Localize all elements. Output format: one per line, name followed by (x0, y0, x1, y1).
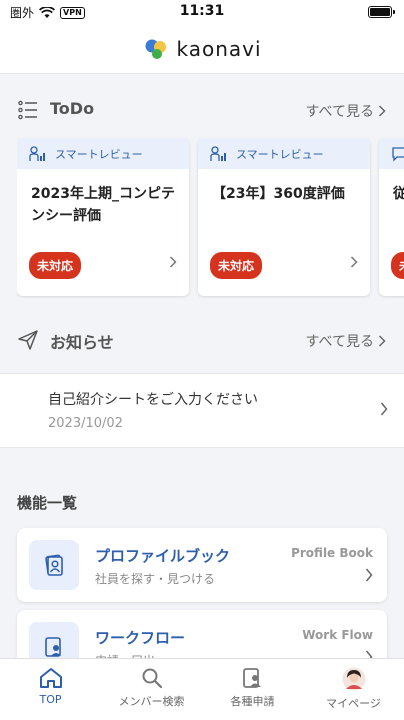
tab-label: マイページ (326, 697, 381, 710)
work-flow-icon (45, 637, 61, 657)
news-item-date: 2023/10/02 (48, 416, 123, 431)
list-icon (18, 100, 37, 120)
status-bar: 圏外 VPN 11:31 (0, 0, 404, 24)
features-title: 機能一覧 (17, 494, 78, 512)
feature-english-name: Work Flow (302, 628, 373, 642)
todo-card[interactable]: スマートレビュー 【23年】360度評価 未対応 (198, 138, 370, 296)
tab-applications[interactable]: 各種申請 (202, 659, 303, 720)
search-icon (142, 668, 162, 689)
card-header (379, 138, 404, 169)
news-section-header: お知らせ すべて見る (0, 325, 404, 355)
feature-english-name: Profile Book (291, 546, 373, 560)
tab-label: 各種申請 (230, 695, 275, 708)
todo-see-all-label: すべて見る (305, 104, 374, 120)
feature-name: ワークフロー (95, 629, 186, 647)
todo-title: ToDo (50, 99, 95, 118)
card-header: スマートレビュー (198, 138, 370, 169)
chevron-right-icon (380, 402, 388, 416)
status-badge: 未対応 (29, 252, 82, 279)
card-title: 【23年】360度評価 (212, 186, 345, 202)
status-badge: 未対応 (210, 252, 263, 279)
application-icon (242, 668, 261, 688)
chevron-right-icon (378, 335, 386, 347)
bottom-tab-bar: TOP メンバー検索 各種申請 マイページ (0, 658, 404, 720)
feature-subtitle: 社員を探す・見つける (95, 572, 216, 586)
profile-book-icon (45, 554, 63, 576)
news-item[interactable]: 自己紹介シートをご入力ください 2023/10/02 (0, 373, 404, 448)
tab-my-page[interactable]: マイページ (303, 659, 404, 720)
news-item-title: 自己紹介シートをご入力ください (48, 392, 258, 408)
todo-see-all-link[interactable]: すべて見る (306, 101, 386, 121)
card-category: スマートレビュー (236, 147, 324, 161)
tab-label: TOP (39, 693, 62, 706)
status-time: 11:31 (179, 3, 225, 19)
status-badge: 未 (391, 252, 404, 279)
battery-icon (368, 6, 392, 18)
chevron-right-icon (365, 568, 373, 582)
card-title: 従ー (393, 186, 404, 202)
chevron-right-icon (378, 105, 386, 117)
smart-review-icon (210, 145, 226, 161)
todo-section-header: ToDo すべて見る (0, 95, 404, 125)
logo-text: kaonavi (176, 36, 262, 61)
smart-review-icon (29, 145, 45, 161)
news-title: お知らせ (50, 333, 114, 352)
chevron-right-icon (350, 256, 358, 268)
home-icon (39, 668, 62, 688)
chevron-right-icon (169, 256, 177, 268)
card-header: スマートレビュー (17, 138, 189, 169)
tab-top[interactable]: TOP (0, 659, 101, 720)
feature-icon-box (29, 540, 79, 590)
chat-icon (392, 146, 404, 162)
tab-label: メンバー検索 (118, 695, 185, 708)
feature-name: プロファイルブック (95, 547, 231, 565)
todo-card[interactable]: スマートレビュー 2023年上期_コンピテンシー評価 未対応 (17, 138, 189, 296)
card-category: スマートレビュー (55, 147, 143, 161)
todo-card[interactable]: 従ー 未 (379, 138, 404, 296)
card-title: 2023年上期_コンピテンシー評価 (31, 186, 175, 224)
news-see-all-link[interactable]: すべて見る (306, 331, 386, 351)
paper-plane-icon (18, 330, 38, 350)
battery-tip (393, 10, 395, 14)
feature-card-profile-book[interactable]: プロファイルブック 社員を探す・見つける Profile Book (17, 528, 387, 602)
app-header: kaonavi (0, 24, 404, 74)
news-see-all-label: すべて見る (305, 334, 374, 350)
todo-carousel[interactable]: スマートレビュー 2023年上期_コンピテンシー評価 未対応 スマートレビュー … (17, 138, 404, 298)
tab-member-search[interactable]: メンバー検索 (101, 659, 202, 720)
kaonavi-logo-icon (145, 39, 167, 59)
avatar-icon (342, 667, 365, 691)
